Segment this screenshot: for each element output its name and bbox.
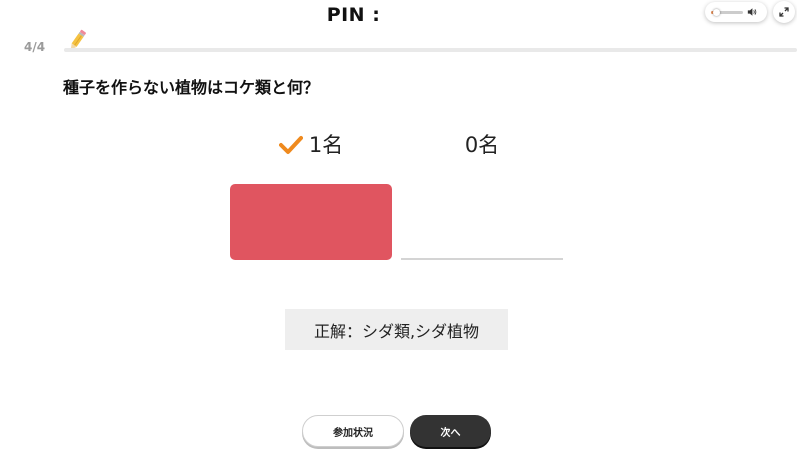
participation-status-button[interactable]: 参加状況 <box>302 415 404 447</box>
quiz-result-screen: PIN : 4/4 種子を作らない植物はコケ類と何？ 1名 0名 正解：シダ類,… <box>0 0 797 456</box>
media-controls <box>705 1 795 23</box>
result-bar <box>230 184 392 260</box>
result-count: 1名 <box>230 130 392 160</box>
speaker-icon[interactable] <box>747 7 757 17</box>
result-bar-area <box>230 172 392 260</box>
progress-label: 4/4 <box>24 40 46 54</box>
check-icon <box>278 136 303 154</box>
correct-answer-box: 正解：シダ類,シダ植物 <box>285 309 508 350</box>
expand-icon <box>779 7 789 17</box>
result-count-label: 1名 <box>308 133 344 157</box>
volume-slider[interactable] <box>711 8 743 16</box>
progress-bar <box>64 48 797 52</box>
volume-knob[interactable] <box>712 8 720 16</box>
result-column-correct: 1名 <box>230 130 392 260</box>
result-count-label: 0名 <box>464 133 500 157</box>
question-text: 種子を作らない植物はコケ類と何？ <box>63 78 320 97</box>
volume-control[interactable] <box>705 2 767 22</box>
next-button[interactable]: 次へ <box>410 415 491 447</box>
result-count: 0名 <box>401 130 563 160</box>
fullscreen-button[interactable] <box>773 1 795 23</box>
result-column-other: 0名 <box>401 130 563 260</box>
pin-label: PIN : <box>326 4 381 26</box>
result-bar-area <box>401 172 563 260</box>
result-baseline <box>401 258 563 260</box>
